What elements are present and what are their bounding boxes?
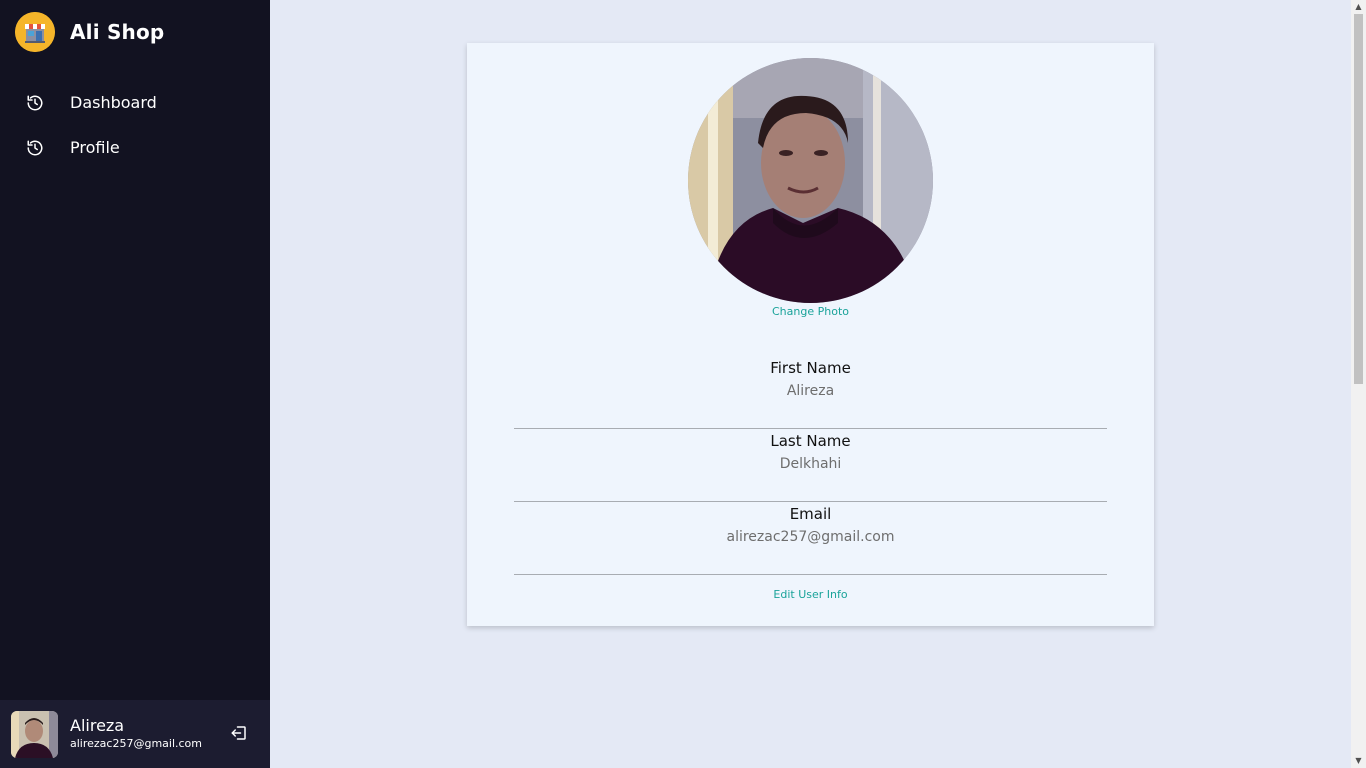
field-label: Email xyxy=(789,505,832,523)
sidebar-item-label: Dashboard xyxy=(70,93,157,112)
sidebar-item-profile[interactable]: Profile xyxy=(0,125,270,170)
field-label: Last Name xyxy=(770,432,851,450)
scrollbar[interactable]: ▲ ▼ xyxy=(1351,0,1366,768)
field-label: First Name xyxy=(770,359,851,377)
edit-user-info-link[interactable]: Edit User Info xyxy=(467,588,1154,601)
brand-title: Ali Shop xyxy=(70,20,165,44)
first-name-field: First Name Alireza xyxy=(514,356,1107,429)
sidebar-item-label: Profile xyxy=(70,138,120,157)
sidebar: Ali Shop Dashboard Profile Alireza alire… xyxy=(0,0,270,768)
profile-photo xyxy=(688,58,933,303)
brand[interactable]: Ali Shop xyxy=(15,12,164,52)
sidebar-item-dashboard[interactable]: Dashboard xyxy=(0,80,270,125)
last-name-field: Last Name Delkhahi xyxy=(514,429,1107,502)
history-icon xyxy=(26,94,44,112)
history-icon xyxy=(26,139,44,157)
user-info: Alireza alirezac257@gmail.com xyxy=(70,716,202,752)
scroll-up-icon[interactable]: ▲ xyxy=(1351,0,1366,14)
scroll-down-icon[interactable]: ▼ xyxy=(1351,754,1366,768)
scroll-thumb[interactable] xyxy=(1354,14,1363,384)
avatar[interactable] xyxy=(11,710,58,758)
field-value: Delkhahi xyxy=(779,456,842,472)
change-photo-link[interactable]: Change Photo xyxy=(467,305,1154,318)
logout-icon[interactable] xyxy=(230,724,248,742)
email-field: Email alirezac257@gmail.com xyxy=(514,502,1107,575)
user-bar: Alireza alirezac257@gmail.com xyxy=(0,700,270,768)
field-value: alirezac257@gmail.com xyxy=(726,529,895,545)
field-value: Alireza xyxy=(786,383,835,399)
profile-card: Change Photo First Name Alireza Last Nam… xyxy=(467,43,1154,626)
user-email: alirezac257@gmail.com xyxy=(70,737,202,750)
sidebar-nav: Dashboard Profile xyxy=(0,80,270,170)
user-name: Alireza xyxy=(70,716,125,735)
shop-icon xyxy=(15,12,55,52)
